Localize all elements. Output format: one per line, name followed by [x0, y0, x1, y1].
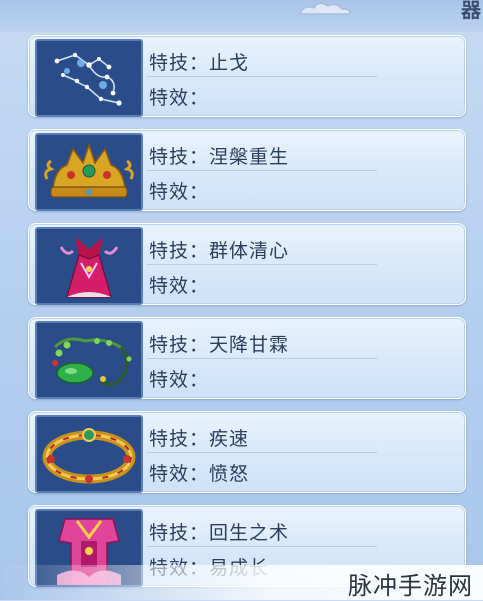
- skill-label: 特技：: [149, 522, 210, 544]
- skill-row: 特技：疾速: [149, 424, 249, 451]
- corner-glyph: 器: [461, 0, 481, 22]
- effect-row: 特效：: [149, 271, 209, 298]
- skill-value: 群体清心: [209, 240, 290, 262]
- list-item[interactable]: 特技：涅槃重生 特效：: [28, 129, 466, 211]
- gold-ring-icon: [35, 415, 143, 493]
- cloud-ornament-icon: [299, 2, 351, 15]
- effect-row: 特效：愤怒: [149, 459, 249, 486]
- skill-label: 特技：: [149, 240, 210, 262]
- jade-necklace-icon: [35, 321, 143, 399]
- list-item[interactable]: 特技：止戈 特效：: [28, 35, 466, 117]
- skill-value: 止戈: [209, 52, 250, 74]
- skill-label: 特技：: [149, 428, 210, 450]
- divider: [147, 264, 377, 265]
- skill-row: 特技：止戈: [149, 48, 249, 75]
- effect-row: 特效：: [149, 177, 209, 204]
- divider: [147, 358, 377, 359]
- constellation-icon: [35, 39, 143, 117]
- list-item[interactable]: 特技：天降甘霖 特效：: [28, 317, 466, 399]
- list-item[interactable]: 特技：疾速 特效：愤怒: [28, 411, 466, 493]
- skill-row: 特技：回生之术: [149, 518, 289, 545]
- skill-row: 特技：涅槃重生: [149, 142, 289, 169]
- effect-row: 特效：: [149, 83, 209, 110]
- effect-label: 特效：: [149, 369, 210, 391]
- effect-label: 特效：: [149, 463, 210, 485]
- effect-label: 特效：: [149, 275, 210, 297]
- skill-list: 特技：止戈 特效： 特技：涅槃重生 特效： 特技：群体清心 特效： 特技：天降甘…: [22, 32, 470, 600]
- divider: [147, 170, 377, 171]
- top-bar: 器: [0, 0, 483, 32]
- watermark-text: 脉冲手游网: [348, 572, 473, 600]
- skill-label: 特技：: [149, 146, 210, 168]
- skill-label: 特技：: [149, 52, 210, 74]
- divider: [147, 452, 377, 453]
- effect-value: 愤怒: [209, 463, 250, 485]
- divider: [147, 546, 377, 547]
- effect-label: 特效：: [149, 181, 210, 203]
- pink-robe-icon: [35, 227, 143, 305]
- golden-crown-icon: [35, 133, 143, 211]
- skill-value: 涅槃重生: [209, 146, 290, 168]
- effect-row: 特效：: [149, 365, 209, 392]
- skill-row: 特技：群体清心: [149, 236, 289, 263]
- list-item[interactable]: 特技：群体清心 特效：: [28, 223, 466, 305]
- skill-value: 疾速: [209, 428, 250, 450]
- skill-row: 特技：天降甘霖: [149, 330, 289, 357]
- skill-value: 回生之术: [209, 522, 290, 544]
- skill-value: 天降甘霖: [209, 334, 290, 356]
- effect-label: 特效：: [149, 87, 210, 109]
- divider: [147, 76, 377, 77]
- skill-label: 特技：: [149, 334, 210, 356]
